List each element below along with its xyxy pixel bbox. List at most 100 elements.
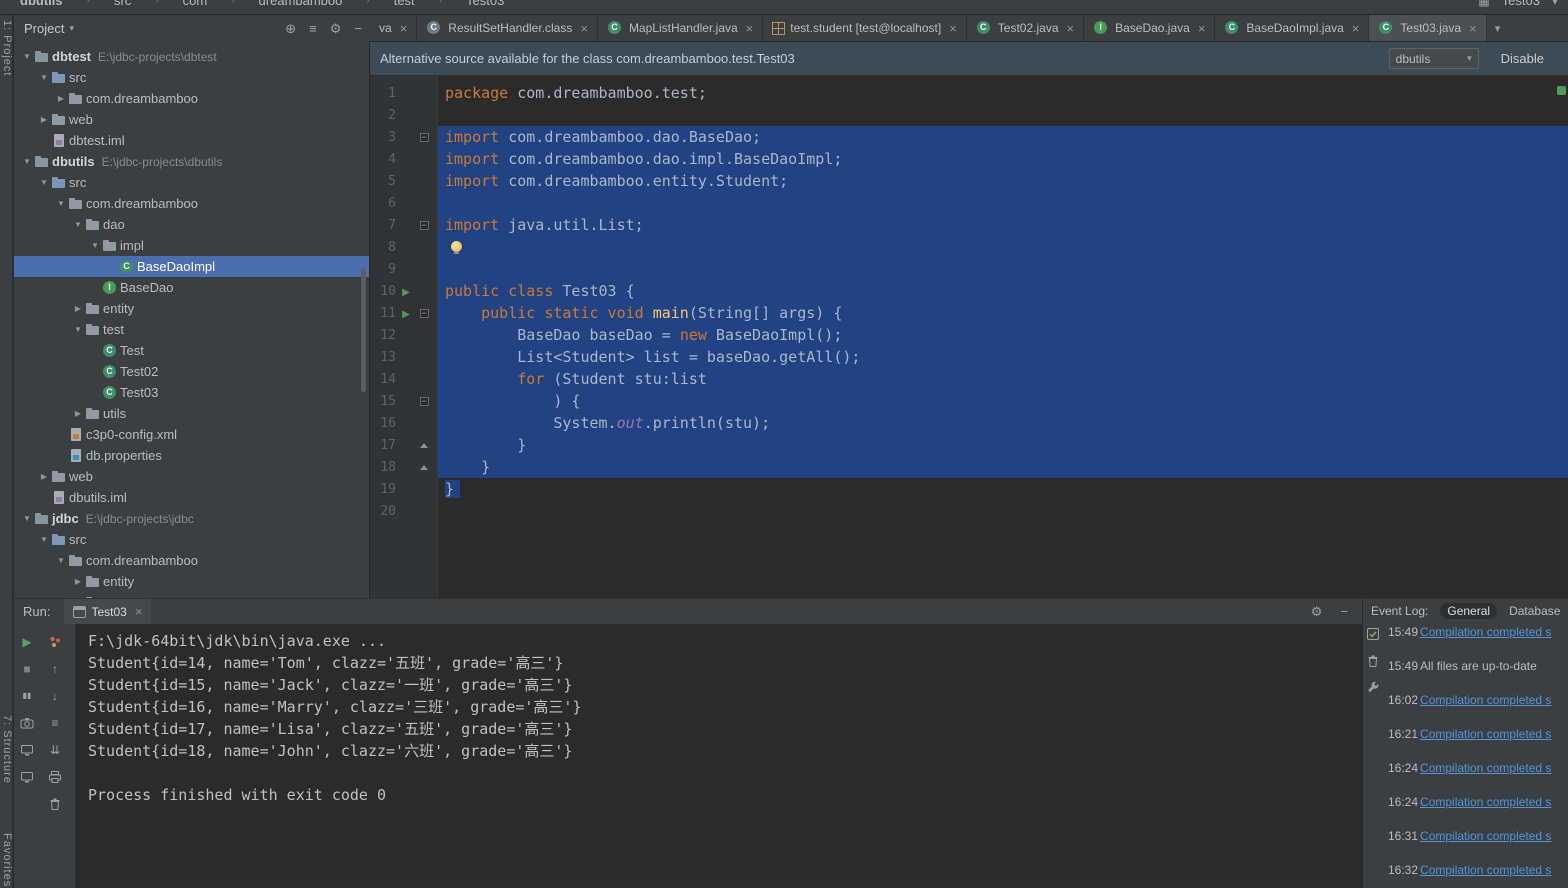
- tab-close-icon[interactable]: ×: [746, 21, 754, 36]
- tree-item-basedaoimpl[interactable]: BaseDaoImpl: [14, 256, 369, 277]
- event-log-link[interactable]: Compilation completed s: [1420, 795, 1551, 809]
- code-line-9[interactable]: [438, 258, 1568, 280]
- fold-icon[interactable]: −: [419, 308, 429, 318]
- breadcrumb-item-test03[interactable]: Test03: [466, 0, 504, 8]
- window-grid-icon[interactable]: ▦: [1478, 0, 1489, 8]
- tree-item-test[interactable]: Test: [14, 340, 369, 361]
- code-line-14[interactable]: for (Student stu:list: [438, 368, 1568, 390]
- scroll-to-end-icon[interactable]: ⇊: [50, 743, 60, 757]
- code-line-3[interactable]: import com.dreambamboo.dao.BaseDao;: [438, 126, 1568, 148]
- event-log-settings-icon[interactable]: [1366, 681, 1380, 695]
- stop-icon[interactable]: ■: [23, 662, 30, 676]
- print-icon[interactable]: [48, 770, 62, 784]
- tree-item-dbtest[interactable]: ▼ dbtest E:\jdbc-projects\dbtest: [14, 46, 369, 67]
- tab-close-icon[interactable]: ×: [1469, 21, 1477, 36]
- breadcrumb-item-src[interactable]: src: [114, 0, 131, 8]
- tree-item-test02[interactable]: Test02: [14, 361, 369, 382]
- run-config-selector[interactable]: Test03: [1502, 0, 1540, 8]
- tab-close-icon[interactable]: ×: [1198, 21, 1206, 36]
- tree-expander-icon[interactable]: ▼: [54, 556, 68, 565]
- inspection-status-icon[interactable]: [1557, 86, 1566, 95]
- event-log-link[interactable]: Compilation completed s: [1420, 761, 1551, 775]
- run-gutter-icon[interactable]: ▶: [402, 309, 410, 320]
- tree-item-basedao[interactable]: BaseDao: [14, 277, 369, 298]
- tree-expander-icon[interactable]: ▼: [20, 52, 34, 61]
- locate-icon[interactable]: ⊕: [285, 21, 296, 37]
- tree-expander-icon[interactable]: ▼: [37, 535, 51, 544]
- tree-expander-icon[interactable]: ▶: [71, 304, 85, 313]
- tree-item-src[interactable]: ▼ src: [14, 67, 369, 88]
- hidden-tabs-chevron-icon[interactable]: ▾: [1495, 22, 1501, 35]
- tree-item-entity[interactable]: ▶ entity: [14, 298, 369, 319]
- tab-close-icon[interactable]: ×: [1352, 21, 1360, 36]
- alternative-source-select[interactable]: dbutils ▾: [1388, 48, 1479, 69]
- event-log-link[interactable]: Compilation completed s: [1420, 829, 1551, 843]
- tree-expander-icon[interactable]: ▶: [54, 94, 68, 103]
- clear-all-icon[interactable]: [48, 797, 62, 811]
- view-options-icon[interactable]: ≡: [309, 21, 317, 37]
- tree-item-dbtest-iml[interactable]: dbtest.iml: [14, 130, 369, 151]
- tool-button-project[interactable]: 1: Project: [0, 20, 13, 76]
- run-tab-test03[interactable]: Test03 ×: [64, 599, 152, 624]
- tree-expander-icon[interactable]: ▶: [71, 409, 85, 418]
- editor-tab-resultsethandler-class[interactable]: ResultSetHandler.class ×: [417, 15, 598, 41]
- tree-expander-icon[interactable]: ▶: [37, 472, 51, 481]
- screenshot-icon[interactable]: [20, 716, 34, 730]
- tab-close-icon[interactable]: ×: [580, 21, 588, 36]
- disable-button[interactable]: Disable: [1501, 51, 1544, 66]
- tree-item-utils[interactable]: ▶ utils: [14, 403, 369, 424]
- editor-tab-maplisthandler-java[interactable]: MapListHandler.java ×: [598, 15, 764, 41]
- tree-item-com-dreambamboo[interactable]: ▼ com.dreambamboo: [14, 550, 369, 571]
- code-line-16[interactable]: System.out.println(stu);: [438, 412, 1568, 434]
- fold-end-icon[interactable]: [420, 464, 428, 470]
- code-line-18[interactable]: }: [438, 456, 1568, 478]
- tree-expander-icon[interactable]: ▼: [71, 325, 85, 334]
- run-gutter-icon[interactable]: ▶: [402, 287, 410, 298]
- editor-tab-test-student-test-localhost[interactable]: test.student [test@localhost] ×: [763, 15, 967, 41]
- tree-item-entity[interactable]: ▶ entity: [14, 571, 369, 592]
- intention-bulb-icon[interactable]: [451, 241, 462, 254]
- tree-expander-icon[interactable]: ▼: [71, 220, 85, 229]
- event-log-link[interactable]: Compilation completed s: [1420, 727, 1551, 741]
- code-line-7[interactable]: import java.util.List;: [438, 214, 1568, 236]
- tree-item-db-properties[interactable]: db.properties: [14, 445, 369, 466]
- tab-close-icon[interactable]: ×: [1067, 21, 1075, 36]
- clear-log-icon[interactable]: [1366, 654, 1380, 668]
- restore-layout-icon[interactable]: [20, 743, 34, 757]
- tree-item-jdbc[interactable]: ▼ jdbc E:\jdbc-projects\jdbc: [14, 508, 369, 529]
- fold-icon[interactable]: −: [419, 220, 429, 230]
- run-console[interactable]: F:\jdk-64bit\jdk\bin\java.exe ... Student…: [75, 624, 1362, 888]
- project-panel-title[interactable]: Project: [24, 21, 64, 36]
- tree-item-web[interactable]: ▶ web: [14, 109, 369, 130]
- tool-button-favorites[interactable]: Favorites: [0, 833, 13, 887]
- mark-read-icon[interactable]: [1366, 627, 1380, 641]
- down-stack-trace-icon[interactable]: ↓: [52, 689, 58, 703]
- code-line-4[interactable]: import com.dreambamboo.dao.impl.BaseDaoI…: [438, 148, 1568, 170]
- pause-output-icon[interactable]: ▮▮: [23, 691, 32, 700]
- tree-item-c3p0-config-xml[interactable]: c3p0-config.xml: [14, 424, 369, 445]
- code-line-5[interactable]: import com.dreambamboo.entity.Student;: [438, 170, 1568, 192]
- code-editor[interactable]: package com.dreambamboo.test; import com.…: [438, 76, 1568, 598]
- scrollbar-thumb[interactable]: [361, 268, 366, 392]
- tree-expander-icon[interactable]: ▼: [20, 514, 34, 523]
- breadcrumb-item-com[interactable]: com: [183, 0, 208, 8]
- event-log-link[interactable]: Compilation completed s: [1420, 693, 1551, 707]
- tree-item-test[interactable]: ▼ test: [14, 319, 369, 340]
- tab-close-icon[interactable]: ×: [400, 21, 408, 36]
- rerun-failed-icon[interactable]: [48, 635, 62, 649]
- tree-item-dbutils[interactable]: ▼ dbutils E:\jdbc-projects\dbutils: [14, 151, 369, 172]
- rerun-icon[interactable]: ▶: [22, 635, 31, 649]
- tab-close-icon[interactable]: ×: [949, 21, 957, 36]
- editor-tab-test02-java[interactable]: Test02.java ×: [967, 15, 1085, 41]
- tree-expander-icon[interactable]: ▼: [54, 199, 68, 208]
- editor-tab-test03-java[interactable]: Test03.java ×: [1369, 15, 1487, 41]
- tree-expander-icon[interactable]: ▼: [20, 157, 34, 166]
- settings-gear-icon[interactable]: ⚙: [330, 21, 342, 37]
- tree-item-dbutils-iml[interactable]: dbutils.iml: [14, 487, 369, 508]
- up-stack-trace-icon[interactable]: ↑: [52, 662, 58, 676]
- editor-tab-basedao-java[interactable]: BaseDao.java ×: [1084, 15, 1216, 41]
- tree-item-test03[interactable]: Test03: [14, 382, 369, 403]
- tree-expander-icon[interactable]: ▶: [37, 115, 51, 124]
- settings-gear-icon[interactable]: ⚙: [1311, 604, 1323, 620]
- code-line-11[interactable]: public static void main(String[] args) {: [438, 302, 1568, 324]
